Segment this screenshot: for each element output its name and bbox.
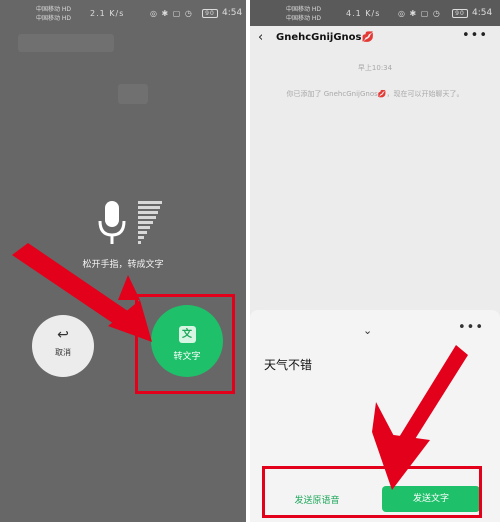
chat-title: GnehcGnijGnos💋 <box>276 32 374 43</box>
annotation-box <box>262 466 482 518</box>
clock: 4:54 <box>222 8 243 18</box>
more-icon[interactable]: ••• <box>462 28 488 43</box>
chat-screen: 中国移动 HD 中国移动 HD 4.1 K/s ◎ ✱ ▢ ◷ 90 4:54 … <box>250 0 500 522</box>
chat-header: ‹ GnehcGnijGnos💋 ••• <box>250 26 500 52</box>
status-icons: ◎ ✱ ▢ ◷ <box>150 9 193 18</box>
blurred-title <box>18 34 114 52</box>
release-hint: 松开手指，转成文字 <box>82 260 164 270</box>
status-bar: 中国移动 HD 中国移动 HD 4.1 K/s ◎ ✱ ▢ ◷ 90 4:54 <box>250 0 500 26</box>
chevron-down-icon[interactable]: ⌄ <box>363 324 372 337</box>
blurred-message <box>118 84 148 104</box>
system-message: 你已添加了 GnehcGnijGnos💋，现在可以开始聊天了。 <box>286 90 464 98</box>
carrier-2: 中国移动 HD <box>36 15 72 22</box>
annotation-box <box>135 294 235 394</box>
message-timestamp: 早上10:34 <box>357 64 393 72</box>
cancel-label: 取消 <box>55 348 71 357</box>
carrier-2: 中国移动 HD <box>286 15 322 22</box>
cancel-button[interactable]: ↩ 取消 <box>32 315 94 377</box>
carrier-info: 中国移动 HD 中国移动 HD <box>286 5 321 23</box>
back-icon[interactable]: ‹ <box>258 30 263 45</box>
voice-input-screen: 中国移动 HD 中国移动 HD 2.1 K/s ◎ ✱ ▢ ◷ 90 4:54 … <box>0 0 246 522</box>
carrier-1: 中国移动 HD <box>286 6 322 13</box>
sheet-more-icon[interactable]: ••• <box>458 320 484 335</box>
clock: 4:54 <box>472 8 493 18</box>
transcribed-text[interactable]: 天气不错 <box>264 356 312 373</box>
microphone-icon <box>98 201 126 244</box>
battery-icon: 90 <box>452 9 468 18</box>
status-icons: ◎ ✱ ▢ ◷ <box>398 9 441 18</box>
battery-icon: 90 <box>202 9 218 18</box>
network-speed: 2.1 K/s <box>90 9 125 18</box>
status-bar: 中国移动 HD 中国移动 HD 2.1 K/s ◎ ✱ ▢ ◷ 90 4:54 <box>0 0 246 26</box>
carrier-1: 中国移动 HD <box>36 6 72 13</box>
network-speed: 4.1 K/s <box>346 9 381 18</box>
carrier-info: 中国移动 HD 中国移动 HD <box>36 5 71 23</box>
undo-icon: ↩ <box>57 327 69 343</box>
volume-level-icon <box>138 201 162 244</box>
